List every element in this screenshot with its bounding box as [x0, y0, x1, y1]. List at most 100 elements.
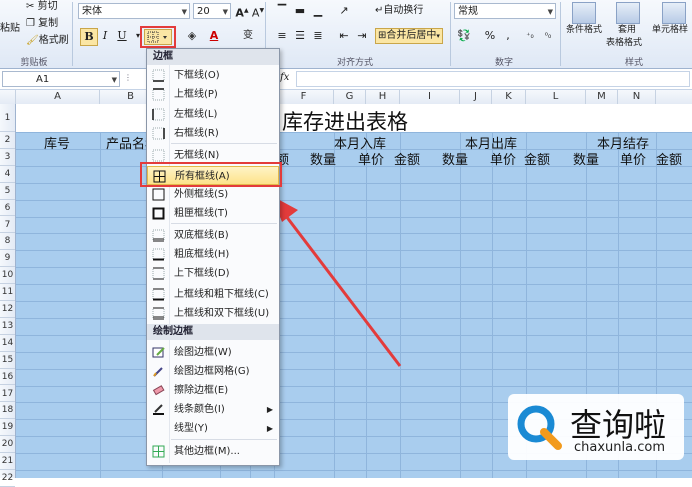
row-header-5[interactable]: 5 — [0, 183, 15, 200]
font-name-combo[interactable]: 宋体 ▼ — [78, 3, 190, 19]
divider — [72, 2, 73, 66]
menu-item-line-style[interactable]: 线型(Y) ▶ — [147, 419, 279, 438]
decrease-indent-icon[interactable]: ⇤ — [336, 28, 352, 44]
row-header-10[interactable]: 10 — [0, 267, 15, 285]
column-header-k[interactable]: K — [492, 90, 526, 104]
eraser-icon — [152, 384, 165, 397]
row-header-9[interactable]: 9 — [0, 250, 15, 268]
menu-item-line-color[interactable]: 线条颜色(I) ▶ — [147, 400, 279, 419]
row-header-20[interactable]: 20 — [0, 436, 15, 454]
column-header-h[interactable]: H — [366, 90, 400, 104]
row-header-7[interactable]: 7 — [0, 217, 15, 234]
increase-indent-icon[interactable]: ⇥ — [354, 28, 370, 44]
table-format-top[interactable]: 套用 — [618, 23, 636, 37]
cut-button[interactable]: ✂ 剪切 — [26, 0, 58, 14]
menu-item-left-border[interactable]: 左框线(L) — [147, 105, 279, 124]
number-format-combo[interactable]: 常规 ▼ — [454, 3, 556, 19]
row-header-13[interactable]: 13 — [0, 318, 15, 335]
wrap-text-label: 自动换行 — [383, 5, 424, 16]
align-bottom-icon[interactable]: ▁ — [310, 3, 326, 19]
menu-item-bottom-border[interactable]: 下框线(O) — [147, 66, 279, 85]
increase-decimal-icon[interactable]: ⁺₀ — [522, 28, 538, 44]
menu-item-thick-bottom-border[interactable]: 粗底框线(H) — [147, 245, 279, 264]
row-header-16[interactable]: 16 — [0, 369, 15, 386]
table-format-button[interactable]: 表格格式 — [606, 36, 642, 50]
paste-button[interactable]: 粘贴 — [0, 22, 20, 36]
column-header-j[interactable]: J — [460, 90, 492, 104]
row-header-21[interactable]: 21 — [0, 453, 15, 470]
italic-button[interactable]: I — [97, 28, 113, 44]
select-all-corner[interactable] — [0, 90, 16, 104]
menu-item-draw-border-grid[interactable]: 绘图边框网格(G) — [147, 362, 279, 381]
scissors-icon: ✂ — [26, 1, 35, 12]
menu-item-draw-border[interactable]: 绘图边框(W) — [147, 343, 279, 362]
wrap-text-button[interactable]: ↵自动换行 — [375, 4, 423, 18]
align-right-icon[interactable]: ≣ — [310, 28, 326, 44]
menu-item-top-border[interactable]: 上框线(P) — [147, 85, 279, 104]
bold-button[interactable]: B — [80, 28, 98, 46]
row-header-3[interactable]: 3 — [0, 149, 15, 166]
orientation-icon[interactable]: ↗ — [336, 3, 352, 19]
menu-item-top-bottom-border[interactable]: 上下框线(D) — [147, 264, 279, 283]
header-amount: 金额 — [656, 153, 683, 168]
fill-color-icon[interactable]: ◈ — [184, 28, 200, 44]
menu-item-outside-borders[interactable]: 外侧框线(S) — [147, 185, 279, 204]
percent-button[interactable]: % — [482, 28, 498, 44]
row-header-4[interactable]: 4 — [0, 166, 15, 183]
font-size-combo[interactable]: 20 ▼ — [193, 3, 231, 19]
comma-button[interactable]: , — [500, 28, 516, 44]
borders-button[interactable] — [144, 29, 172, 45]
align-top-icon[interactable]: ▔ — [274, 3, 290, 19]
fx-button[interactable]: fx — [280, 72, 289, 83]
align-center-icon[interactable]: ☰ — [292, 28, 308, 44]
title-row[interactable]: 库存进出表格 — [16, 104, 692, 134]
copy-button[interactable]: ❐ 复制 — [26, 17, 58, 31]
align-middle-icon[interactable]: ▬ — [292, 3, 308, 19]
align-left-icon[interactable]: ≡ — [274, 28, 290, 44]
menu-item-thick-box-border[interactable]: 粗匣框线(T) — [147, 204, 279, 223]
row-header-11[interactable]: 11 — [0, 284, 15, 301]
row-header-6[interactable]: 6 — [0, 200, 15, 217]
row-header-14[interactable]: 14 — [0, 335, 15, 352]
phonetic-button[interactable]: 变 — [240, 28, 256, 44]
row-header-8[interactable]: 8 — [0, 233, 15, 251]
row-header-22[interactable]: 22 — [0, 470, 15, 487]
menu-item-label: 粗底框线(H) — [174, 249, 230, 260]
column-header-g[interactable]: G — [334, 90, 366, 104]
shrink-font-icon[interactable]: A▼ — [250, 3, 266, 20]
row-header-2[interactable]: 2 — [0, 132, 15, 149]
row-header-19[interactable]: 19 — [0, 419, 15, 437]
resize-handle[interactable]: ⋮ — [124, 73, 132, 82]
row-header-1[interactable]: 1 — [0, 104, 15, 132]
conditional-format-button[interactable]: 条件格式 — [566, 23, 602, 37]
column-header-l[interactable]: L — [526, 90, 586, 104]
format-painter-button[interactable]: 🖌格式刷 — [26, 34, 69, 48]
menu-item-eraser[interactable]: 擦除边框(E) — [147, 381, 279, 400]
row-header-17[interactable]: 17 — [0, 386, 15, 403]
merge-center-button[interactable]: ⊞合并后居中▾ — [375, 28, 443, 44]
currency-icon[interactable]: 💱 — [456, 28, 472, 44]
cell-style-button[interactable]: 单元格样 — [652, 23, 688, 37]
grow-font-icon[interactable]: A▲ — [234, 3, 250, 20]
row-header-18[interactable]: 18 — [0, 402, 15, 420]
decrease-decimal-icon[interactable]: ⁰₀ — [540, 28, 556, 44]
menu-item-top-double-bottom-border[interactable]: 上框线和双下框线(U) — [147, 304, 279, 323]
row-headers: 1 2 3 4 5 6 7 8 9 10 11 12 13 14 15 16 17 18 19 20 21 22 — [0, 104, 16, 487]
column-header-f[interactable]: F — [274, 90, 334, 104]
menu-item-more-borders[interactable]: 其他边框(M)... — [147, 442, 279, 461]
underline-button[interactable]: U — [114, 28, 130, 44]
formula-input[interactable] — [296, 71, 690, 87]
column-header-i[interactable]: I — [400, 90, 460, 104]
column-header-a[interactable]: A — [16, 90, 100, 104]
menu-item-top-thick-bottom-border[interactable]: 上框线和粗下框线(C) — [147, 285, 279, 304]
column-header-m[interactable]: M — [586, 90, 618, 104]
row-header-12[interactable]: 12 — [0, 301, 15, 318]
font-color-button[interactable]: A — [206, 28, 222, 44]
menu-item-right-border[interactable]: 右框线(R) — [147, 124, 279, 143]
menu-item-double-bottom-border[interactable]: 双底框线(B) — [147, 226, 279, 245]
column-header-n[interactable]: N — [618, 90, 656, 104]
row-header-15[interactable]: 15 — [0, 352, 15, 369]
header-ku-hao: 库号 — [44, 137, 71, 152]
formula-bar: A1 ▼ ⋮ fx — [0, 69, 692, 90]
name-box[interactable]: A1 ▼ — [2, 71, 120, 87]
